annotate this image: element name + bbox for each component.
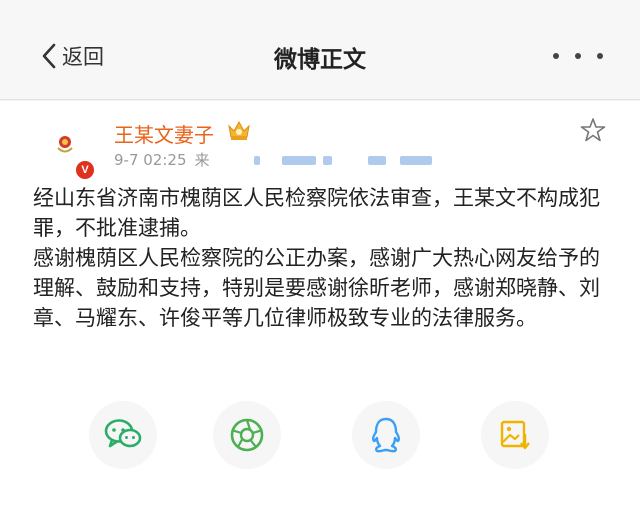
blurred-source-text	[323, 156, 332, 165]
wechat-icon	[104, 419, 142, 448]
avatar[interactable]: V	[40, 123, 96, 181]
more-dot-icon	[597, 53, 603, 59]
blurred-source-text	[282, 156, 316, 165]
blurred-source-text	[400, 156, 432, 165]
share-qq-button[interactable]	[352, 401, 420, 469]
share-moments-button[interactable]	[213, 401, 281, 469]
more-dot-icon	[553, 53, 559, 59]
crown-badge-icon	[228, 120, 250, 140]
post-content: 经山东省济南市槐荫区人民检察院依法审查，王某文不构成犯罪，不批准逮捕。 感谢槐荫…	[33, 183, 605, 333]
post-source: 来	[194, 151, 210, 169]
post-paragraph: 感谢槐荫区人民检察院的公正办案，感谢广大热心网友给予的理解、鼓励和支持，特别是要…	[33, 246, 600, 330]
blurred-source-text	[254, 156, 260, 165]
verified-badge-icon: V	[74, 159, 96, 181]
more-dot-icon	[575, 53, 581, 59]
save-image-icon	[500, 420, 530, 450]
navigation-bar: 返回 微博正文	[0, 0, 640, 100]
save-image-button[interactable]	[481, 401, 549, 469]
post-card: V 王某文妻子 9-7 02:25 来 经山东省济南市槐荫区人民检察院依法审查，王…	[0, 101, 640, 508]
more-options-button[interactable]	[553, 46, 603, 66]
moments-icon	[230, 418, 264, 452]
post-date: 9-7 02:25	[114, 151, 187, 169]
blurred-source-text	[368, 156, 386, 165]
favorite-star-icon[interactable]	[580, 117, 606, 143]
share-row	[0, 401, 640, 481]
post-paragraph: 经山东省济南市槐荫区人民检察院依法审查，王某文不构成犯罪，不批准逮捕。	[33, 186, 600, 240]
qq-icon	[371, 417, 401, 453]
username[interactable]: 王某文妻子	[114, 119, 214, 148]
page-title: 微博正文	[274, 47, 366, 73]
post-meta: 9-7 02:25 来	[114, 149, 210, 170]
emblem-icon	[57, 136, 73, 153]
share-wechat-button[interactable]	[89, 401, 157, 469]
